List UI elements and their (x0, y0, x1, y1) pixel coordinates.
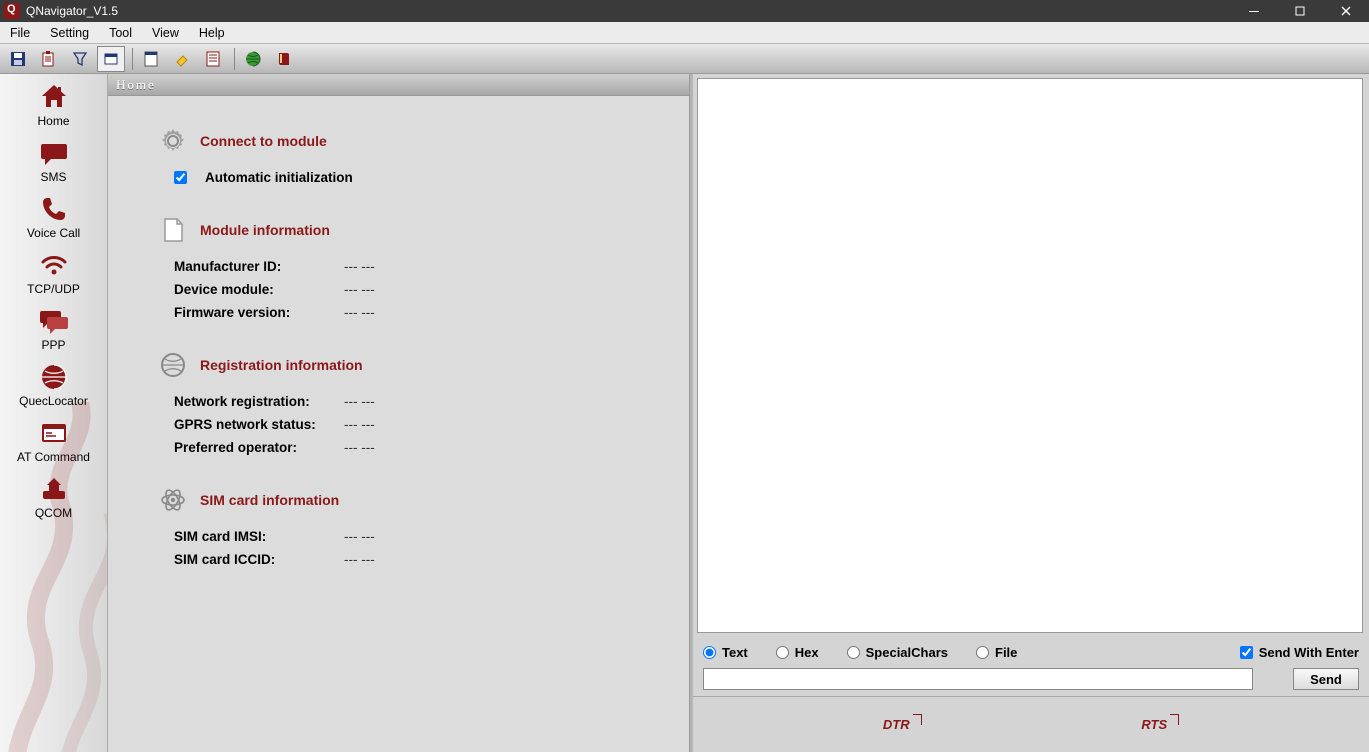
home-panel: Home Connect to module Automatic initial… (108, 74, 690, 752)
sidebar-item-tcp-udp[interactable]: TCP/UDP (0, 250, 107, 296)
info-row: SIM card IMSI:--- --- (174, 529, 669, 544)
rts-indicator[interactable]: RTS (1141, 717, 1179, 732)
sidebar: Home SMS Voice Call TCP/UDP PPP QuecLoca… (0, 74, 108, 752)
sidebar-label: Home (37, 114, 69, 128)
auto-init-checkbox[interactable] (174, 171, 187, 184)
globe-nav-icon (38, 362, 70, 392)
sms-icon (38, 138, 70, 168)
menu-help[interactable]: Help (189, 24, 235, 42)
window-toggle-icon[interactable] (97, 46, 125, 72)
section-title: Registration information (200, 357, 363, 373)
wifi-icon (38, 250, 70, 280)
mode-hex[interactable]: Hex (776, 645, 819, 660)
close-button[interactable] (1323, 0, 1369, 22)
sidebar-item-home[interactable]: Home (0, 82, 107, 128)
info-row: Preferred operator:--- --- (174, 440, 669, 455)
list-icon[interactable] (199, 46, 227, 72)
sidebar-item-ppp[interactable]: PPP (0, 306, 107, 352)
eraser-icon[interactable] (168, 46, 196, 72)
terminal-output[interactable] (697, 78, 1363, 633)
sidebar-item-voice-call[interactable]: Voice Call (0, 194, 107, 240)
send-button[interactable]: Send (1293, 668, 1359, 690)
section-title: Connect to module (200, 133, 327, 149)
section-connect: Connect to module Automatic initializati… (158, 126, 669, 185)
section-title: SIM card information (200, 492, 339, 508)
sidebar-label: PPP (41, 338, 65, 352)
maximize-button[interactable] (1277, 0, 1323, 22)
globe-outline-icon (158, 350, 188, 380)
phone-icon (38, 194, 70, 224)
menubar: File Setting Tool View Help (0, 22, 1369, 44)
info-row: Manufacturer ID:--- --- (174, 259, 669, 274)
book-icon[interactable] (270, 46, 298, 72)
atom-icon (158, 485, 188, 515)
signal-row: DTR RTS (693, 696, 1369, 752)
section-registration-info: Registration information Network registr… (158, 350, 669, 455)
window-title: QNavigator_V1.5 (26, 4, 1231, 18)
section-title: Module information (200, 222, 330, 238)
panel-header: Home (108, 74, 689, 96)
titlebar: QNavigator_V1.5 (0, 0, 1369, 22)
info-row: Network registration:--- --- (174, 394, 669, 409)
auto-init-label: Automatic initialization (205, 170, 353, 185)
gear-icon (158, 126, 188, 156)
right-panel: Text Hex SpecialChars File Send With Ent… (690, 74, 1369, 752)
menu-tool[interactable]: Tool (99, 24, 142, 42)
sidebar-label: TCP/UDP (27, 282, 80, 296)
clipboard-icon[interactable] (35, 46, 63, 72)
dtr-indicator[interactable]: DTR (883, 717, 922, 732)
send-with-enter-checkbox[interactable]: Send With Enter (1240, 645, 1359, 660)
note-icon[interactable] (137, 46, 165, 72)
info-row: GPRS network status:--- --- (174, 417, 669, 432)
menu-setting[interactable]: Setting (40, 24, 99, 42)
section-sim-info: SIM card information SIM card IMSI:--- -… (158, 485, 669, 567)
sidebar-label: SMS (40, 170, 66, 184)
toolbar (0, 44, 1369, 74)
command-input[interactable] (703, 668, 1253, 690)
info-row: SIM card ICCID:--- --- (174, 552, 669, 567)
menu-file[interactable]: File (0, 24, 40, 42)
sidebar-item-sms[interactable]: SMS (0, 138, 107, 184)
decorative-smoke (0, 402, 108, 752)
mode-specialchars[interactable]: SpecialChars (847, 645, 948, 660)
info-row: Firmware version:--- --- (174, 305, 669, 320)
document-icon (158, 215, 188, 245)
home-icon (38, 82, 70, 112)
save-icon[interactable] (4, 46, 32, 72)
chat-icon (38, 306, 70, 336)
globe-icon[interactable] (239, 46, 267, 72)
menu-view[interactable]: View (142, 24, 189, 42)
mode-file[interactable]: File (976, 645, 1017, 660)
sidebar-label: Voice Call (27, 226, 80, 240)
minimize-button[interactable] (1231, 0, 1277, 22)
info-row: Device module:--- --- (174, 282, 669, 297)
app-icon (4, 3, 20, 19)
filter-icon[interactable] (66, 46, 94, 72)
section-module-info: Module information Manufacturer ID:--- -… (158, 215, 669, 320)
mode-text[interactable]: Text (703, 645, 748, 660)
